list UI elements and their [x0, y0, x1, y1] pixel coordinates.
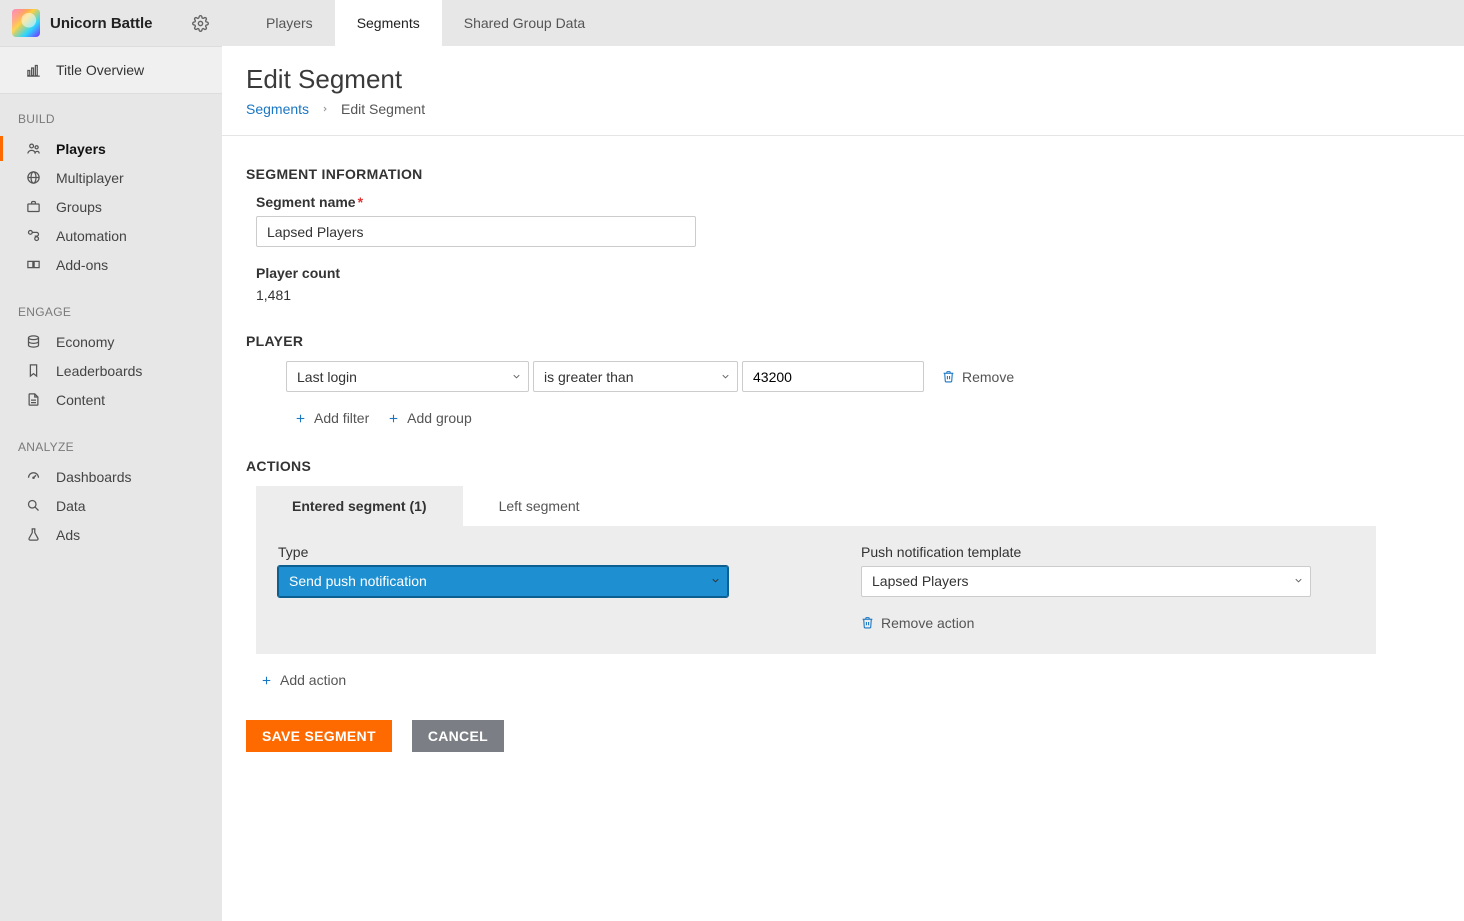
- nav-label: Dashboards: [56, 469, 132, 485]
- add-group-button[interactable]: Add group: [387, 410, 472, 426]
- add-action-button[interactable]: Add action: [260, 672, 346, 688]
- tab-left-segment[interactable]: Left segment: [463, 486, 616, 526]
- player-count-label: Player count: [256, 265, 1440, 281]
- tab-segments[interactable]: Segments: [335, 0, 442, 46]
- nav-economy[interactable]: Economy: [0, 327, 222, 356]
- nav-label: Multiplayer: [56, 170, 124, 186]
- nav-label: Automation: [56, 228, 127, 244]
- required-asterisk: *: [358, 194, 363, 210]
- filter-value-input[interactable]: [742, 361, 924, 392]
- document-icon: [26, 392, 42, 408]
- remove-filter-button[interactable]: Remove: [942, 369, 1014, 385]
- search-icon: [26, 498, 42, 514]
- content: SEGMENT INFORMATION Segment name* Player…: [222, 136, 1464, 792]
- action-template-field: Push notification template Lapsed Player…: [861, 544, 1354, 633]
- players-icon: [26, 141, 42, 157]
- chevron-down-icon: [511, 369, 522, 385]
- addons-icon: [26, 257, 42, 273]
- main-tabs: Players Segments Shared Group Data: [222, 0, 1464, 46]
- nav-players[interactable]: Players: [0, 134, 222, 163]
- sidebar: Unicorn Battle Title Overview BUILD Play…: [0, 0, 222, 921]
- nav-label: Ads: [56, 527, 80, 543]
- segment-info-section: SEGMENT INFORMATION Segment name* Player…: [246, 166, 1440, 303]
- tab-shared-group-data[interactable]: Shared Group Data: [442, 0, 607, 46]
- app-root: Unicorn Battle Title Overview BUILD Play…: [0, 0, 1464, 921]
- actions-heading: ACTIONS: [246, 458, 1440, 474]
- nav-dashboards[interactable]: Dashboards: [0, 462, 222, 491]
- nav-label: Title Overview: [56, 62, 144, 78]
- nav-section-build: BUILD: [0, 94, 222, 134]
- nav-label: Players: [56, 141, 106, 157]
- breadcrumb-current: Edit Segment: [341, 101, 425, 117]
- gear-icon[interactable]: [190, 13, 210, 33]
- title-logo: [12, 9, 40, 37]
- player-filter-section: PLAYER Last login is greater than Remo: [246, 333, 1440, 428]
- page-title: Edit Segment: [246, 64, 1440, 95]
- segment-info-heading: SEGMENT INFORMATION: [246, 166, 1440, 182]
- nav-label: Add-ons: [56, 257, 108, 273]
- plus-icon: [387, 412, 401, 425]
- plus-icon: [294, 412, 308, 425]
- save-segment-button[interactable]: SAVE SEGMENT: [246, 720, 392, 752]
- chevron-down-icon: [710, 573, 721, 589]
- nav-ads[interactable]: Ads: [0, 520, 222, 549]
- form-buttons: SAVE SEGMENT CANCEL: [246, 720, 1440, 752]
- economy-icon: [26, 334, 42, 350]
- action-type-field: Type Send push notification: [278, 544, 771, 633]
- trash-icon: [942, 370, 956, 383]
- nav-label: Leaderboards: [56, 363, 142, 379]
- template-select[interactable]: Lapsed Players: [861, 566, 1311, 597]
- briefcase-icon: [26, 199, 42, 215]
- globe-icon: [26, 170, 42, 186]
- type-label: Type: [278, 544, 771, 560]
- chevron-down-icon: [720, 369, 731, 385]
- flask-icon: [26, 527, 42, 543]
- cancel-button[interactable]: CANCEL: [412, 720, 504, 752]
- nav-label: Economy: [56, 334, 114, 350]
- actions-section: ACTIONS Entered segment (1) Left segment…: [246, 458, 1440, 690]
- segment-name-input[interactable]: [256, 216, 696, 247]
- segment-name-label: Segment name*: [256, 194, 1440, 210]
- nav-label: Data: [56, 498, 86, 514]
- main: Players Segments Shared Group Data Edit …: [222, 0, 1464, 921]
- bookmark-icon: [26, 363, 42, 379]
- chevron-down-icon: [1293, 573, 1304, 589]
- nav-addons[interactable]: Add-ons: [0, 250, 222, 279]
- filter-field-select[interactable]: Last login: [286, 361, 529, 392]
- nav-label: Content: [56, 392, 105, 408]
- trash-icon: [861, 616, 875, 629]
- tab-entered-segment[interactable]: Entered segment (1): [256, 486, 463, 526]
- title-name: Unicorn Battle: [50, 15, 180, 32]
- gauge-icon: [26, 469, 42, 485]
- automation-icon: [26, 228, 42, 244]
- filter-operator-select[interactable]: is greater than: [533, 361, 738, 392]
- bar-chart-icon: [26, 62, 42, 78]
- breadcrumb-root[interactable]: Segments: [246, 101, 309, 117]
- page-header: Edit Segment Segments Edit Segment: [222, 46, 1464, 136]
- nav-section-analyze: ANALYZE: [0, 422, 222, 462]
- chevron-right-icon: [321, 101, 329, 117]
- filter-row: Last login is greater than Remove: [286, 361, 1440, 392]
- nav-title-overview[interactable]: Title Overview: [0, 46, 222, 94]
- nav-groups[interactable]: Groups: [0, 192, 222, 221]
- remove-action-button[interactable]: Remove action: [861, 615, 974, 631]
- add-filter-button[interactable]: Add filter: [294, 410, 369, 426]
- sidebar-header: Unicorn Battle: [0, 0, 222, 46]
- player-count-value: 1,481: [256, 287, 1440, 303]
- nav-automation[interactable]: Automation: [0, 221, 222, 250]
- action-panel: Type Send push notification Push notific…: [256, 526, 1376, 655]
- nav-section-engage: ENGAGE: [0, 287, 222, 327]
- nav-content[interactable]: Content: [0, 385, 222, 414]
- tab-players[interactable]: Players: [244, 0, 335, 46]
- nav-multiplayer[interactable]: Multiplayer: [0, 163, 222, 192]
- nav-label: Groups: [56, 199, 102, 215]
- action-tabs: Entered segment (1) Left segment: [256, 486, 1440, 526]
- template-label: Push notification template: [861, 544, 1354, 560]
- plus-icon: [260, 674, 274, 687]
- player-heading: PLAYER: [246, 333, 1440, 349]
- nav-data[interactable]: Data: [0, 491, 222, 520]
- action-type-select[interactable]: Send push notification: [278, 566, 728, 597]
- breadcrumb: Segments Edit Segment: [246, 101, 1440, 117]
- nav-leaderboards[interactable]: Leaderboards: [0, 356, 222, 385]
